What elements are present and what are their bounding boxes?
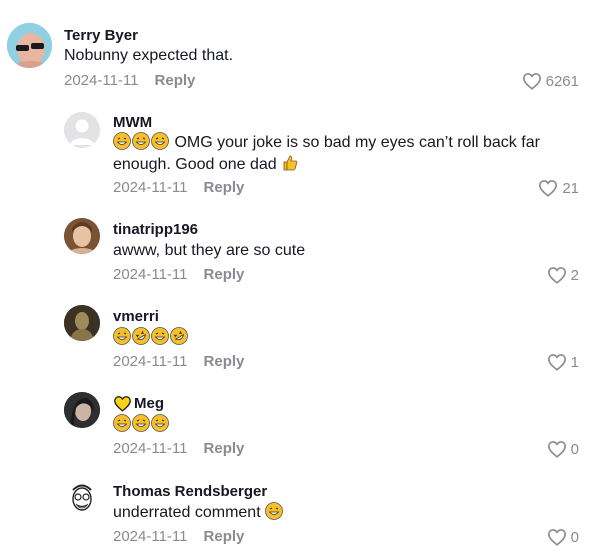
heart-icon	[547, 529, 566, 546]
grinning-sweat-emoji-icon	[132, 132, 150, 150]
comment-username[interactable]: Meg	[113, 395, 164, 412]
thumbs-up-emoji-icon	[281, 154, 299, 172]
reply-button[interactable]: Reply	[204, 179, 245, 196]
reply-button[interactable]: Reply	[155, 72, 196, 89]
comment-date: 2024-11-11	[113, 528, 188, 545]
comment-username[interactable]: vmerri	[113, 308, 159, 325]
grinning-sweat-emoji-icon	[132, 414, 150, 432]
rofl-emoji-icon	[132, 327, 150, 345]
avatar[interactable]	[64, 392, 100, 428]
comment-text: underrated comment	[113, 502, 284, 524]
like-button[interactable]: 0	[547, 440, 579, 458]
comment-meta: 2024-11-11 Reply	[113, 528, 244, 545]
sunglasses-person-icon	[7, 23, 52, 68]
avatar[interactable]	[7, 23, 52, 68]
grinning-sweat-emoji-icon	[113, 327, 131, 345]
grinning-sweat-emoji-icon	[151, 132, 169, 150]
like-count: 21	[562, 179, 579, 197]
comment-text	[113, 327, 189, 349]
cartoon-sketch-icon	[64, 480, 100, 516]
like-count: 2	[570, 266, 579, 284]
comment-date: 2024-11-11	[113, 266, 188, 283]
comment-text-content: underrated comment	[113, 504, 261, 521]
like-button[interactable]: 2	[547, 266, 579, 284]
like-count: 0	[570, 440, 579, 458]
comment-username[interactable]: Terry Byer	[64, 27, 138, 44]
comment-date: 2024-11-11	[113, 440, 188, 457]
like-button[interactable]: 6261	[522, 72, 579, 90]
heart-icon	[547, 354, 566, 371]
like-count: 6261	[545, 72, 579, 90]
grinning-sweat-emoji-icon	[113, 132, 131, 150]
comment-text: awww, but they are so cute	[113, 242, 306, 259]
reply-button[interactable]: Reply	[204, 266, 245, 283]
avatar[interactable]	[64, 305, 100, 341]
heart-icon	[547, 267, 566, 284]
heart-icon	[547, 441, 566, 458]
grinning-sweat-emoji-icon	[265, 502, 283, 520]
comment-text: OMG your joke is so bad my eyes can’t ro…	[113, 132, 573, 176]
woman-portrait-icon	[64, 218, 100, 254]
comment-username[interactable]: Thomas Rendsberger	[113, 483, 267, 500]
comment-meta: 2024-11-11 Reply	[64, 72, 195, 89]
comment-username[interactable]: tinatripp196	[113, 221, 198, 238]
avatar[interactable]	[64, 480, 100, 516]
like-count: 0	[570, 528, 579, 546]
comment-date: 2024-11-11	[64, 72, 139, 89]
grinning-sweat-emoji-icon	[151, 414, 169, 432]
reply-button[interactable]: Reply	[204, 440, 245, 457]
reply-button[interactable]: Reply	[204, 528, 245, 545]
like-button[interactable]: 21	[538, 179, 579, 197]
comment-meta: 2024-11-11 Reply	[113, 353, 244, 370]
yellow-heart-icon	[114, 396, 131, 412]
rofl-emoji-icon	[170, 327, 188, 345]
avatar[interactable]	[64, 218, 100, 254]
comment-date: 2024-11-11	[113, 179, 188, 196]
comment-text: Nobunny expected that.	[64, 47, 234, 64]
comment-username[interactable]: MWM	[113, 114, 152, 131]
reply-button[interactable]: Reply	[204, 353, 245, 370]
woman-portrait-icon	[64, 392, 100, 428]
comment-meta: 2024-11-11 Reply	[113, 440, 244, 457]
default-user-icon	[64, 112, 100, 148]
grinning-sweat-emoji-icon	[151, 327, 169, 345]
username-text: Meg	[134, 395, 164, 412]
bust-statue-icon	[64, 305, 100, 341]
comment-meta: 2024-11-11 Reply	[113, 266, 244, 283]
like-button[interactable]: 1	[547, 353, 579, 371]
like-button[interactable]: 0	[547, 528, 579, 546]
avatar[interactable]	[64, 112, 100, 148]
heart-icon	[539, 180, 558, 197]
heart-icon	[522, 73, 541, 90]
like-count: 1	[570, 353, 579, 371]
comment-text	[113, 414, 170, 436]
comment-date: 2024-11-11	[113, 353, 188, 370]
comment-meta: 2024-11-11 Reply	[113, 179, 244, 196]
comment-text-content: OMG your joke is so bad my eyes can’t ro…	[113, 134, 540, 173]
grinning-sweat-emoji-icon	[113, 414, 131, 432]
